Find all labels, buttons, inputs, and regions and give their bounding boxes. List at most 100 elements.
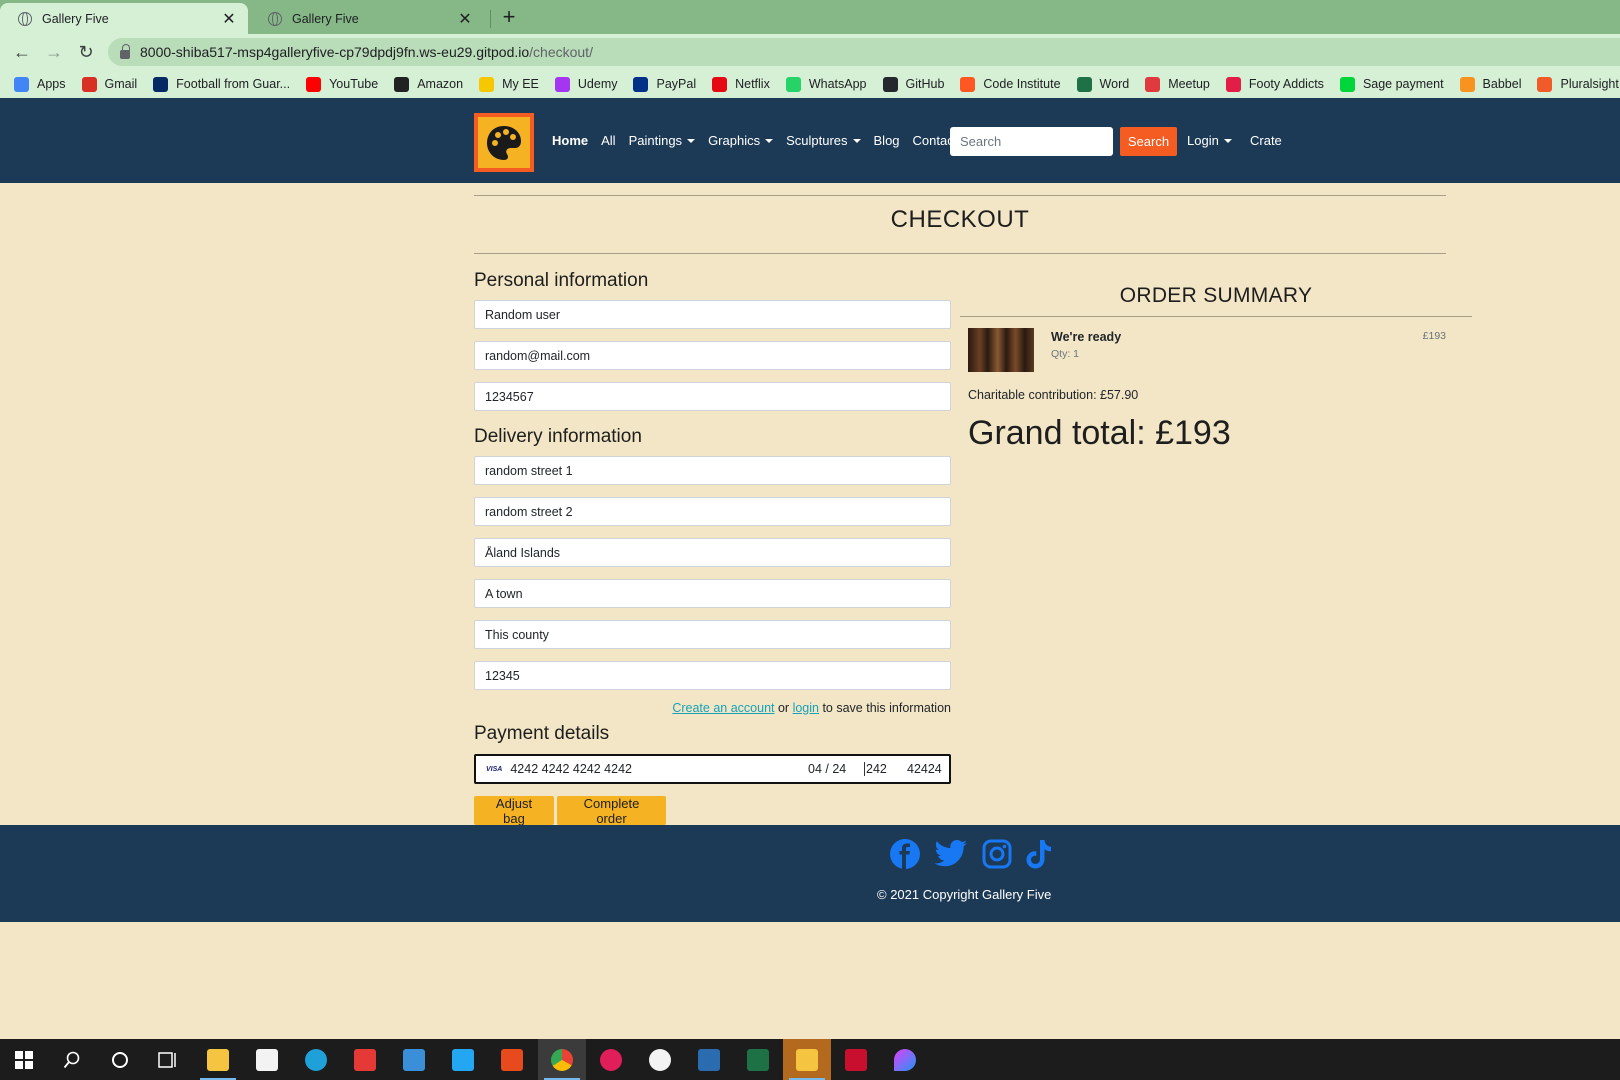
bookmark-label: Gmail bbox=[104, 77, 138, 91]
bookmark-item[interactable]: Football from Guar... bbox=[153, 76, 290, 92]
close-icon[interactable]: ✕ bbox=[220, 9, 238, 29]
gift-icon[interactable] bbox=[341, 1039, 389, 1080]
delivery-info-heading: Delivery information bbox=[474, 426, 642, 447]
email-field[interactable] bbox=[474, 341, 951, 370]
back-arrow-icon[interactable]: ← bbox=[10, 40, 34, 64]
bookmark-item[interactable]: PayPal bbox=[633, 76, 696, 92]
bookmark-item[interactable]: WhatsApp bbox=[785, 76, 867, 92]
mail-icon[interactable] bbox=[390, 1039, 438, 1080]
card-expiry[interactable]: 04 / 24 bbox=[808, 762, 864, 776]
nav-blog[interactable]: Blog bbox=[874, 133, 900, 148]
bookmark-icon bbox=[153, 76, 169, 92]
nav-graphics-dropdown[interactable]: Graphics bbox=[708, 133, 773, 148]
bookmark-item[interactable]: Babbel bbox=[1459, 76, 1521, 92]
address-bar[interactable]: 8000-shiba517-msp4galleryfive-cp79dpdj9f… bbox=[108, 38, 1620, 66]
country-select[interactable] bbox=[474, 538, 951, 567]
bookmark-label: Code Institute bbox=[983, 77, 1061, 91]
bookmark-label: Amazon bbox=[417, 77, 464, 91]
full-name-field[interactable] bbox=[474, 300, 951, 329]
security-shield-icon[interactable] bbox=[783, 1039, 831, 1080]
bookmark-icon bbox=[1339, 76, 1355, 92]
excel-icon[interactable] bbox=[734, 1039, 782, 1080]
complete-order-button[interactable]: Complete order bbox=[557, 796, 666, 826]
close-icon[interactable]: ✕ bbox=[456, 9, 474, 29]
visa-icon: VISA bbox=[486, 765, 503, 773]
photos-icon[interactable] bbox=[685, 1039, 733, 1080]
bookmark-item[interactable]: Footy Addicts bbox=[1225, 76, 1324, 92]
facebook-icon[interactable] bbox=[887, 836, 923, 872]
store-icon[interactable] bbox=[243, 1039, 291, 1080]
file-explorer-icon[interactable] bbox=[194, 1039, 242, 1080]
site-navbar: Home All Paintings Graphics Sculptures B… bbox=[0, 98, 1620, 183]
card-cvc[interactable]: 242 bbox=[864, 762, 899, 776]
bookmark-item[interactable]: My EE bbox=[479, 76, 539, 92]
new-tab-button[interactable]: + bbox=[498, 4, 520, 30]
card-zip[interactable]: 42424 bbox=[899, 762, 949, 776]
bookmark-item[interactable]: Gmail bbox=[81, 76, 138, 92]
site-footer: © 2021 Copyright Gallery Five bbox=[0, 825, 1620, 922]
login-dropdown[interactable]: Login bbox=[1187, 133, 1232, 148]
adjust-bag-button[interactable]: Adjust bag bbox=[474, 796, 554, 826]
cortana-icon[interactable] bbox=[96, 1039, 144, 1080]
slack-icon[interactable] bbox=[587, 1039, 635, 1080]
office-icon[interactable] bbox=[488, 1039, 536, 1080]
card-number[interactable]: 4242 4242 4242 4242 bbox=[510, 762, 808, 776]
personal-info-heading: Personal information bbox=[474, 270, 649, 291]
bookmark-item[interactable]: Amazon bbox=[394, 76, 464, 92]
save-info-or: or bbox=[774, 701, 793, 715]
login-link[interactable]: login bbox=[793, 701, 819, 715]
bookmark-item[interactable]: Word bbox=[1076, 76, 1130, 92]
card-input[interactable]: VISA 4242 4242 4242 4242 04 / 24 242 424… bbox=[474, 754, 951, 784]
reload-icon[interactable]: ↻ bbox=[74, 40, 98, 64]
bookmark-label: Footy Addicts bbox=[1248, 77, 1324, 91]
instagram-icon[interactable] bbox=[979, 836, 1015, 872]
phone-field[interactable] bbox=[474, 382, 951, 411]
town-field[interactable] bbox=[474, 579, 951, 608]
bookmark-item[interactable]: YouTube bbox=[306, 76, 378, 92]
postcode-field[interactable] bbox=[474, 661, 951, 690]
mcafee-icon[interactable] bbox=[832, 1039, 880, 1080]
bookmark-icon bbox=[1145, 76, 1161, 92]
smiley-icon[interactable] bbox=[636, 1039, 684, 1080]
nav-links: Home All Paintings Graphics Sculptures B… bbox=[552, 128, 970, 152]
search-input[interactable] bbox=[950, 127, 1113, 156]
county-field[interactable] bbox=[474, 620, 951, 649]
tab-title: Gallery Five bbox=[42, 11, 109, 26]
browser-tab-inactive[interactable]: Gallery Five ✕ bbox=[250, 3, 484, 34]
charitable-contribution: Charitable contribution: £57.90 bbox=[968, 388, 1139, 402]
bookmark-label: Word bbox=[1099, 77, 1130, 91]
crate-link[interactable]: Crate bbox=[1250, 133, 1282, 148]
vscode-icon[interactable] bbox=[439, 1039, 487, 1080]
search-button[interactable]: Search bbox=[1120, 127, 1177, 156]
tiktok-icon[interactable] bbox=[1021, 836, 1057, 872]
nav-home[interactable]: Home bbox=[552, 133, 588, 148]
create-account-link[interactable]: Create an account bbox=[672, 701, 774, 715]
street-address-2-field[interactable] bbox=[474, 497, 951, 526]
bookmark-item[interactable]: Netflix bbox=[712, 76, 770, 92]
bookmark-item[interactable]: GitHub bbox=[882, 76, 944, 92]
paint-drop-icon[interactable] bbox=[881, 1039, 929, 1080]
bookmark-item[interactable]: Sage payment bbox=[1339, 76, 1444, 92]
nav-all[interactable]: All bbox=[601, 133, 615, 148]
browser-tab-active[interactable]: Gallery Five ✕ bbox=[0, 3, 248, 34]
chrome-icon[interactable] bbox=[538, 1039, 586, 1080]
twitter-icon[interactable] bbox=[933, 836, 969, 872]
bookmark-item[interactable]: Udemy bbox=[554, 76, 617, 92]
bookmark-icon bbox=[633, 76, 649, 92]
nav-sculptures-dropdown[interactable]: Sculptures bbox=[786, 133, 860, 148]
bookmark-item[interactable]: Code Institute bbox=[960, 76, 1061, 92]
nav-graphics-label: Graphics bbox=[708, 132, 761, 148]
nav-paintings-dropdown[interactable]: Paintings bbox=[629, 133, 695, 148]
task-view-icon[interactable] bbox=[144, 1039, 192, 1080]
bookmark-item[interactable]: Meetup bbox=[1145, 76, 1210, 92]
edge-icon[interactable] bbox=[292, 1039, 340, 1080]
street-address-1-field[interactable] bbox=[474, 456, 951, 485]
search-icon[interactable] bbox=[48, 1039, 96, 1080]
site-logo[interactable] bbox=[474, 113, 534, 172]
bookmark-icon bbox=[81, 76, 97, 92]
bookmark-item[interactable]: Pluralsight bbox=[1537, 76, 1619, 92]
bookmark-item[interactable]: Apps bbox=[14, 76, 66, 92]
windows-start-icon[interactable] bbox=[0, 1039, 48, 1080]
forward-arrow-icon[interactable]: → bbox=[42, 40, 66, 64]
divider bbox=[474, 253, 1446, 254]
